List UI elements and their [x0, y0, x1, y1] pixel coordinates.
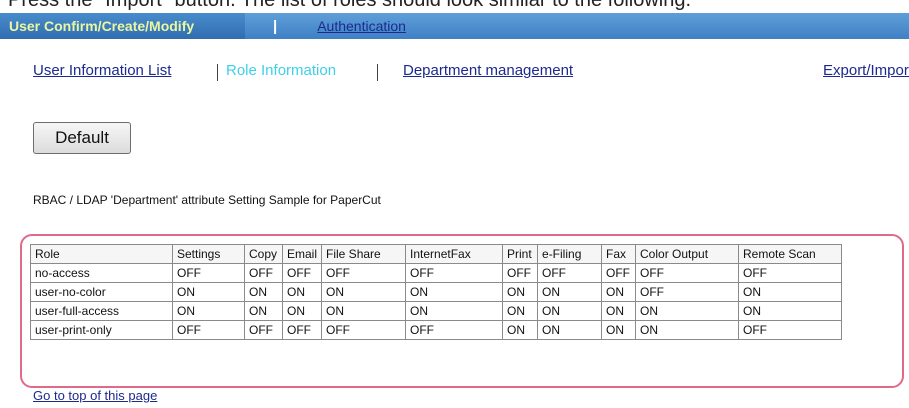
header-separator: | [273, 17, 278, 35]
table-cell: ON [738, 301, 843, 321]
tab-role-information[interactable]: Role Information [226, 62, 336, 79]
table-cell: ON [281, 301, 323, 321]
table-cell: OFF [635, 263, 740, 283]
header-bar: User Confirm/Create/Modify | Authenticat… [0, 13, 909, 39]
table-cell: ON [502, 282, 539, 302]
table-cell: ON [635, 320, 740, 340]
table-cell: OFF [635, 282, 740, 302]
tab-user-information-list[interactable]: User Information List [33, 62, 171, 79]
table-cell: ON [502, 301, 539, 321]
table-cell: OFF [601, 263, 637, 283]
column-header: Settings [172, 244, 245, 264]
table-cell: ON [172, 301, 245, 321]
table-cell: ON [172, 282, 245, 302]
column-header: Copy [244, 244, 283, 264]
table-cell: ON [405, 301, 504, 321]
table-cell: ON [601, 320, 637, 340]
table-cell: ON [502, 320, 539, 340]
caption-text: Press the "Import" button. The list of r… [8, 0, 692, 11]
table-row: user-full-access ON ON ON ON ON ON ON ON… [30, 301, 843, 321]
header-title: User Confirm/Create/Modify [9, 18, 195, 34]
table-cell: ON [405, 282, 504, 302]
table-cell: ON [321, 301, 407, 321]
column-header: Fax [601, 244, 637, 264]
table-cell: ON [244, 282, 283, 302]
table-cell: ON [738, 282, 843, 302]
sample-heading: RBAC / LDAP 'Department' attribute Setti… [33, 193, 381, 207]
table-cell: OFF [738, 320, 843, 340]
table-cell: OFF [244, 320, 283, 340]
role-cell: no-access [30, 263, 173, 283]
roles-table: Role Settings Copy Email File Share Inte… [30, 244, 843, 340]
go-to-top-link[interactable]: Go to top of this page [33, 388, 157, 403]
table-cell: OFF [502, 263, 539, 283]
table-cell: ON [321, 282, 407, 302]
table-row: no-access OFF OFF OFF OFF OFF OFF OFF OF… [30, 263, 843, 283]
table-cell: OFF [321, 263, 407, 283]
column-header: Role [30, 244, 173, 264]
table-cell: ON [601, 301, 637, 321]
role-cell: user-full-access [30, 301, 173, 321]
default-button[interactable]: Default [33, 122, 131, 154]
table-cell: ON [537, 320, 603, 340]
table-cell: OFF [244, 263, 283, 283]
table-cell: OFF [281, 320, 323, 340]
authentication-link[interactable]: Authentication [317, 18, 406, 34]
table-cell: OFF [281, 263, 323, 283]
tab-department-management[interactable]: Department management [403, 62, 573, 79]
table-cell: ON [635, 301, 740, 321]
table-cell: OFF [321, 320, 407, 340]
column-header: Print [502, 244, 539, 264]
column-header: Remote Scan [738, 244, 843, 264]
role-cell: user-print-only [30, 320, 173, 340]
table-cell: ON [537, 282, 603, 302]
table-cell: ON [537, 301, 603, 321]
table-cell: ON [281, 282, 323, 302]
table-cell: OFF [537, 263, 603, 283]
tab-divider [377, 64, 378, 81]
column-header: Email [281, 244, 323, 264]
role-cell: user-no-color [30, 282, 173, 302]
tab-bar: User Information List Role Information D… [33, 62, 909, 84]
tab-divider [217, 64, 218, 81]
column-header: InternetFax [405, 244, 504, 264]
table-cell: OFF [405, 263, 504, 283]
table-cell: OFF [738, 263, 843, 283]
table-cell: ON [244, 301, 283, 321]
table-row: user-no-color ON ON ON ON ON ON ON ON OF… [30, 282, 843, 302]
table-cell: ON [601, 282, 637, 302]
tab-export-import[interactable]: Export/Import [823, 62, 909, 79]
column-header: e-Filing [537, 244, 603, 264]
header-title-block: User Confirm/Create/Modify [0, 13, 245, 39]
column-header: Color Output [635, 244, 740, 264]
table-row: user-print-only OFF OFF OFF OFF OFF ON O… [30, 320, 843, 340]
column-header: File Share [321, 244, 407, 264]
table-cell: OFF [405, 320, 504, 340]
table-header-row: Role Settings Copy Email File Share Inte… [30, 244, 843, 264]
table-cell: OFF [172, 320, 245, 340]
table-cell: OFF [172, 263, 245, 283]
